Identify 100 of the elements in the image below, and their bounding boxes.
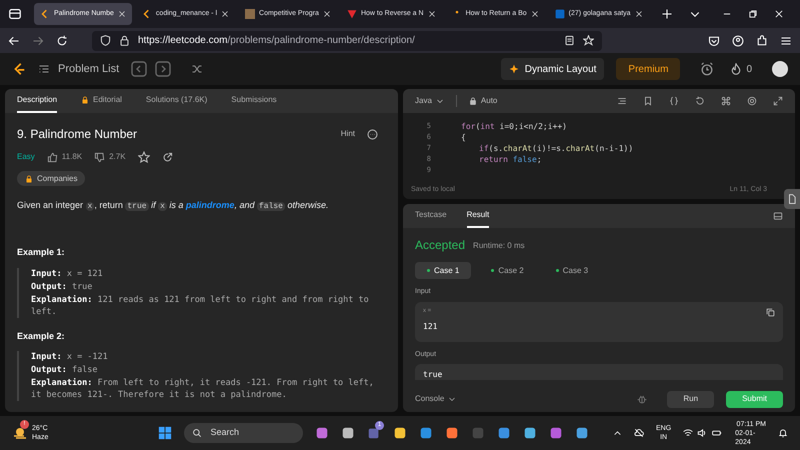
new-tab-icon[interactable]	[660, 8, 673, 20]
expand-icon[interactable]	[773, 96, 783, 106]
reload-icon[interactable]	[56, 34, 68, 46]
flame-icon[interactable]	[730, 63, 742, 75]
format-icon[interactable]	[617, 96, 627, 106]
thumbs-down-icon	[94, 152, 106, 162]
bookmark-star-icon[interactable]	[583, 35, 594, 46]
panel-icon[interactable]	[773, 211, 783, 221]
reset-icon[interactable]	[695, 96, 705, 106]
lock-icon	[468, 97, 477, 105]
chevron-down-icon	[448, 395, 456, 403]
chevron-right-icon[interactable]	[155, 61, 172, 77]
thumbs-up-icon	[46, 152, 58, 162]
shield-icon	[100, 35, 111, 46]
example-heading: Example 1:	[17, 246, 66, 259]
companies-tag[interactable]: Companies	[17, 171, 86, 186]
palindrome-link[interactable]: palindrome	[186, 200, 234, 210]
leetcode-logo-icon[interactable]	[12, 62, 26, 76]
dynamic-layout-button[interactable]: Dynamic Layout	[500, 58, 604, 80]
sparkle-icon	[508, 64, 519, 74]
runtime-text: Runtime: 0 ms	[473, 240, 525, 252]
panel-tab[interactable]: Testcase	[415, 204, 447, 228]
close-icon[interactable]	[428, 10, 436, 18]
search-icon	[192, 428, 202, 438]
site-logo-icon	[245, 9, 256, 19]
case-tab[interactable]: Case 3	[544, 262, 600, 279]
result-status: Accepted	[415, 237, 466, 254]
language-dropdown[interactable]: Java	[415, 95, 444, 107]
code-line: return false;	[479, 154, 542, 166]
tab-overview-icon[interactable]	[8, 7, 22, 21]
example-line: Output: true	[31, 280, 94, 292]
share-icon[interactable]	[162, 152, 173, 162]
taskbar-search[interactable]: Search	[184, 423, 303, 443]
back-icon[interactable]	[8, 34, 20, 46]
bookmark-icon[interactable]	[643, 96, 653, 106]
account-icon[interactable]	[732, 34, 744, 46]
example-line: Explanation: 121 reads as 121 from left to right and from right to left.	[31, 294, 370, 318]
close-icon[interactable]	[322, 10, 331, 18]
list-icon[interactable]	[38, 63, 50, 75]
wifi-icon[interactable]	[683, 428, 694, 438]
reader-view-icon[interactable]	[564, 35, 575, 46]
copy-icon[interactable]	[766, 308, 775, 316]
code-line: {	[461, 132, 466, 144]
auto-mode-toggle[interactable]: Auto	[468, 95, 498, 107]
document-icon	[787, 194, 797, 204]
address-bar[interactable]: https://leetcode.com/problems/palindrome-number/description/	[92, 30, 602, 50]
problem-title: 9. Palindrome Number	[17, 126, 138, 143]
url-text: https://leetcode.com/problems/palindrome-number/description/	[138, 34, 416, 48]
more-options-icon[interactable]	[367, 128, 378, 140]
panel-tab[interactable]: Solutions (17.6K)	[146, 89, 208, 113]
cloud-off-icon[interactable]	[634, 428, 644, 438]
console-toggle[interactable]: Console	[415, 393, 456, 405]
shuffle-icon[interactable]	[191, 63, 204, 75]
case-tab[interactable]: Case 1	[415, 262, 472, 279]
battery-icon[interactable]	[711, 428, 724, 438]
code-line: if(s.charAt(i)!=s.charAt(n-i-1))	[479, 142, 634, 154]
windows-start-icon[interactable]	[158, 426, 172, 440]
extensions-icon[interactable]	[756, 34, 768, 46]
notification-bell-icon[interactable]	[778, 428, 788, 438]
problem-list-link[interactable]: Problem List	[58, 60, 120, 78]
floating-note-button[interactable]	[784, 189, 800, 209]
close-icon[interactable]	[530, 10, 539, 18]
example-line: Input: x = -121	[31, 351, 109, 363]
alarm-clock-icon[interactable]	[700, 62, 714, 76]
close-icon[interactable]	[118, 10, 126, 18]
example-line: Input: x = 121	[31, 268, 104, 280]
difficulty-label: Easy	[17, 151, 35, 163]
forward-icon[interactable]	[32, 34, 44, 46]
run-button[interactable]: Run	[667, 390, 714, 408]
input-value: 121	[423, 320, 438, 332]
chevron-down-icon	[436, 97, 444, 105]
volume-icon[interactable]	[697, 428, 708, 438]
streak-count: 0	[746, 62, 752, 76]
premium-button[interactable]: Premium	[616, 58, 680, 80]
braces-icon[interactable]	[669, 96, 679, 106]
panel-tab[interactable]: Editorial	[81, 89, 122, 113]
description-text: Given an integer x , return true if x is a palindrome, and false otherwise.	[17, 199, 330, 213]
panel-tab[interactable]: Result	[466, 204, 490, 228]
close-icon[interactable]	[634, 10, 643, 18]
panel-tab[interactable]: Description	[17, 89, 58, 113]
bug-icon[interactable]	[637, 394, 648, 404]
close-icon[interactable]	[221, 10, 230, 18]
example-line: Explanation: From left to right, it reads -121. From right to left, it becomes 121-. Therefore it is not a palindrome.	[31, 377, 375, 401]
lock-icon	[119, 35, 130, 46]
case-tab[interactable]: Case 2	[479, 262, 536, 279]
panel-tab[interactable]: Submissions	[231, 89, 277, 113]
haze-sun-icon	[12, 425, 28, 441]
command-icon[interactable]	[721, 96, 731, 106]
chevron-up-icon[interactable]	[612, 428, 622, 438]
avatar[interactable]	[772, 61, 788, 77]
dislike-button[interactable]: 2.7K	[94, 151, 126, 163]
hint-link[interactable]: Hint	[340, 128, 355, 140]
settings-icon[interactable]	[747, 96, 757, 106]
like-button[interactable]: 11.8K	[46, 151, 82, 163]
star-icon[interactable]	[138, 151, 150, 163]
menu-icon[interactable]	[780, 34, 792, 46]
restore-icon[interactable]	[748, 9, 758, 19]
pocket-icon[interactable]	[708, 34, 720, 46]
chevron-left-icon[interactable]	[131, 61, 148, 77]
example-line: Output: false	[31, 364, 99, 376]
